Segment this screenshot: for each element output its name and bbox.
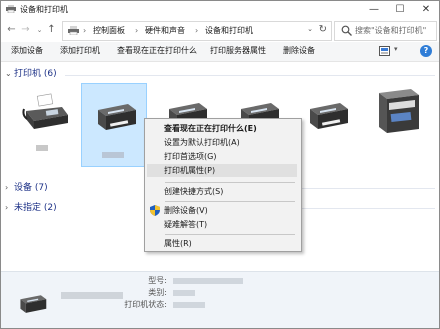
- add-device-button[interactable]: 添加设备: [11, 45, 43, 57]
- printer-tile[interactable]: [294, 83, 360, 167]
- printer-status-value: [173, 302, 205, 308]
- change-view-icon[interactable]: [379, 46, 390, 56]
- maximize-button[interactable]: ☐: [387, 1, 413, 18]
- printer-icon: [310, 103, 348, 129]
- address-row: ← → ⌄ ↑ › 控制面板 › 硬件和声音 › 设备和打印机 ⌄ ↻ 搜索"设…: [1, 20, 439, 41]
- menu-item-printing-preferences[interactable]: 打印首选项(G): [147, 150, 297, 163]
- group-printers[interactable]: ⌄ 打印机 (6): [5, 68, 435, 80]
- title-bar: 设备和打印机 — ☐ ✕: [1, 1, 439, 18]
- category-value: [173, 290, 195, 296]
- breadcrumb-hardware-sound[interactable]: 硬件和声音: [145, 25, 185, 36]
- group-divider: [301, 188, 435, 189]
- view-dropdown-icon[interactable]: ▾: [394, 45, 398, 53]
- search-box[interactable]: 搜索"设备和打印机": [334, 21, 437, 41]
- refresh-icon[interactable]: ↻: [319, 24, 327, 35]
- menu-item-label[interactable]: 疑难解答(T): [164, 219, 207, 230]
- add-printer-button[interactable]: 添加打印机: [60, 45, 100, 57]
- menu-separator: [165, 234, 295, 235]
- breadcrumb-devices-printers[interactable]: 设备和打印机: [205, 25, 253, 36]
- menu-separator: [165, 182, 295, 183]
- printer-tile[interactable]: [363, 83, 429, 167]
- up-button[interactable]: ↑: [45, 23, 58, 37]
- breadcrumb-control-panel[interactable]: 控制面板: [93, 25, 125, 36]
- menu-item-see-printing[interactable]: 查看现在正在打印什么(E): [147, 122, 297, 135]
- printer-icon: [98, 104, 136, 130]
- printer-name: [102, 152, 124, 158]
- address-bar[interactable]: › 控制面板 › 硬件和声音 › 设备和打印机 ⌄ ↻: [62, 21, 332, 41]
- selected-printer-name: [61, 292, 123, 299]
- group-divider: [65, 75, 435, 76]
- printer-status-label: 打印机状态:: [124, 300, 167, 309]
- search-placeholder[interactable]: 搜索"设备和打印机": [355, 25, 426, 36]
- minimize-button[interactable]: —: [361, 1, 387, 18]
- menu-separator: [165, 201, 295, 202]
- menu-item-label[interactable]: 设置为默认打印机(A): [164, 137, 240, 148]
- breadcrumb-chevron-icon[interactable]: ›: [135, 25, 138, 36]
- print-server-properties-button[interactable]: 打印服务器属性: [210, 45, 266, 57]
- breadcrumb-chevron-icon[interactable]: ›: [83, 25, 86, 36]
- window-title: 设备和打印机: [20, 5, 68, 14]
- multifunction-printer-icon: [379, 89, 419, 133]
- model-label: 型号:: [148, 276, 167, 285]
- menu-item-label[interactable]: 打印首选项(G): [164, 151, 216, 162]
- menu-item-label[interactable]: 属性(R): [164, 238, 192, 249]
- menu-item-create-shortcut[interactable]: 创建快捷方式(S): [147, 185, 297, 198]
- devices-printers-window: 设备和打印机 — ☐ ✕ ← → ⌄ ↑ › 控制面板 › 硬件和声音 › 设备…: [0, 0, 440, 329]
- menu-item-label[interactable]: 删除设备(V): [164, 205, 208, 216]
- model-value: [173, 278, 243, 284]
- forward-button[interactable]: →: [19, 23, 32, 37]
- breadcrumb-chevron-icon[interactable]: ›: [195, 25, 198, 36]
- printer-icon: [20, 295, 47, 313]
- menu-item-label[interactable]: 查看现在正在打印什么(E): [164, 123, 257, 134]
- context-menu: 查看现在正在打印什么(E) 设置为默认打印机(A) 打印首选项(G) 打印机属性…: [144, 118, 302, 252]
- menu-item-set-default[interactable]: 设置为默认打印机(A): [147, 136, 297, 149]
- remove-device-button[interactable]: 删除设备: [283, 45, 315, 57]
- group-unspecified-label[interactable]: 未指定 (2): [14, 202, 57, 214]
- address-dropdown-icon[interactable]: ⌄: [307, 25, 313, 33]
- devices-printers-icon: [6, 5, 16, 13]
- chevron-right-icon[interactable]: ›: [5, 202, 8, 214]
- menu-item-label[interactable]: 创建快捷方式(S): [164, 186, 223, 197]
- printer-name: [36, 145, 48, 151]
- fax-icon: [22, 93, 68, 129]
- group-printers-label[interactable]: 打印机 (6): [14, 68, 57, 80]
- menu-item-properties[interactable]: 属性(R): [147, 237, 297, 250]
- search-icon: [341, 25, 352, 36]
- group-devices-label[interactable]: 设备 (7): [14, 182, 48, 194]
- category-label: 类别:: [148, 288, 167, 297]
- printer-tile-selected[interactable]: [81, 83, 147, 167]
- menu-item-remove-device[interactable]: 删除设备(V): [147, 204, 297, 217]
- menu-item-printer-properties[interactable]: 打印机属性(P): [147, 164, 297, 177]
- control-panel-icon: [68, 26, 79, 35]
- group-divider: [301, 208, 435, 209]
- printer-tile[interactable]: [14, 83, 80, 167]
- chevron-right-icon[interactable]: ›: [5, 182, 8, 194]
- chevron-down-icon[interactable]: ⌄: [5, 68, 12, 80]
- details-pane: 型号: 类别: 打印机状态:: [1, 271, 439, 328]
- back-button[interactable]: ←: [5, 23, 18, 37]
- command-bar: 添加设备 添加打印机 查看现在正在打印什么 打印服务器属性 删除设备 ▾ ?: [1, 42, 439, 62]
- see-whats-printing-button[interactable]: 查看现在正在打印什么: [117, 45, 197, 57]
- menu-item-label[interactable]: 打印机属性(P): [164, 165, 215, 176]
- help-icon[interactable]: ?: [420, 45, 432, 57]
- close-button[interactable]: ✕: [413, 1, 439, 18]
- shield-icon: [150, 205, 160, 216]
- menu-item-troubleshoot[interactable]: 疑难解答(T): [147, 218, 297, 231]
